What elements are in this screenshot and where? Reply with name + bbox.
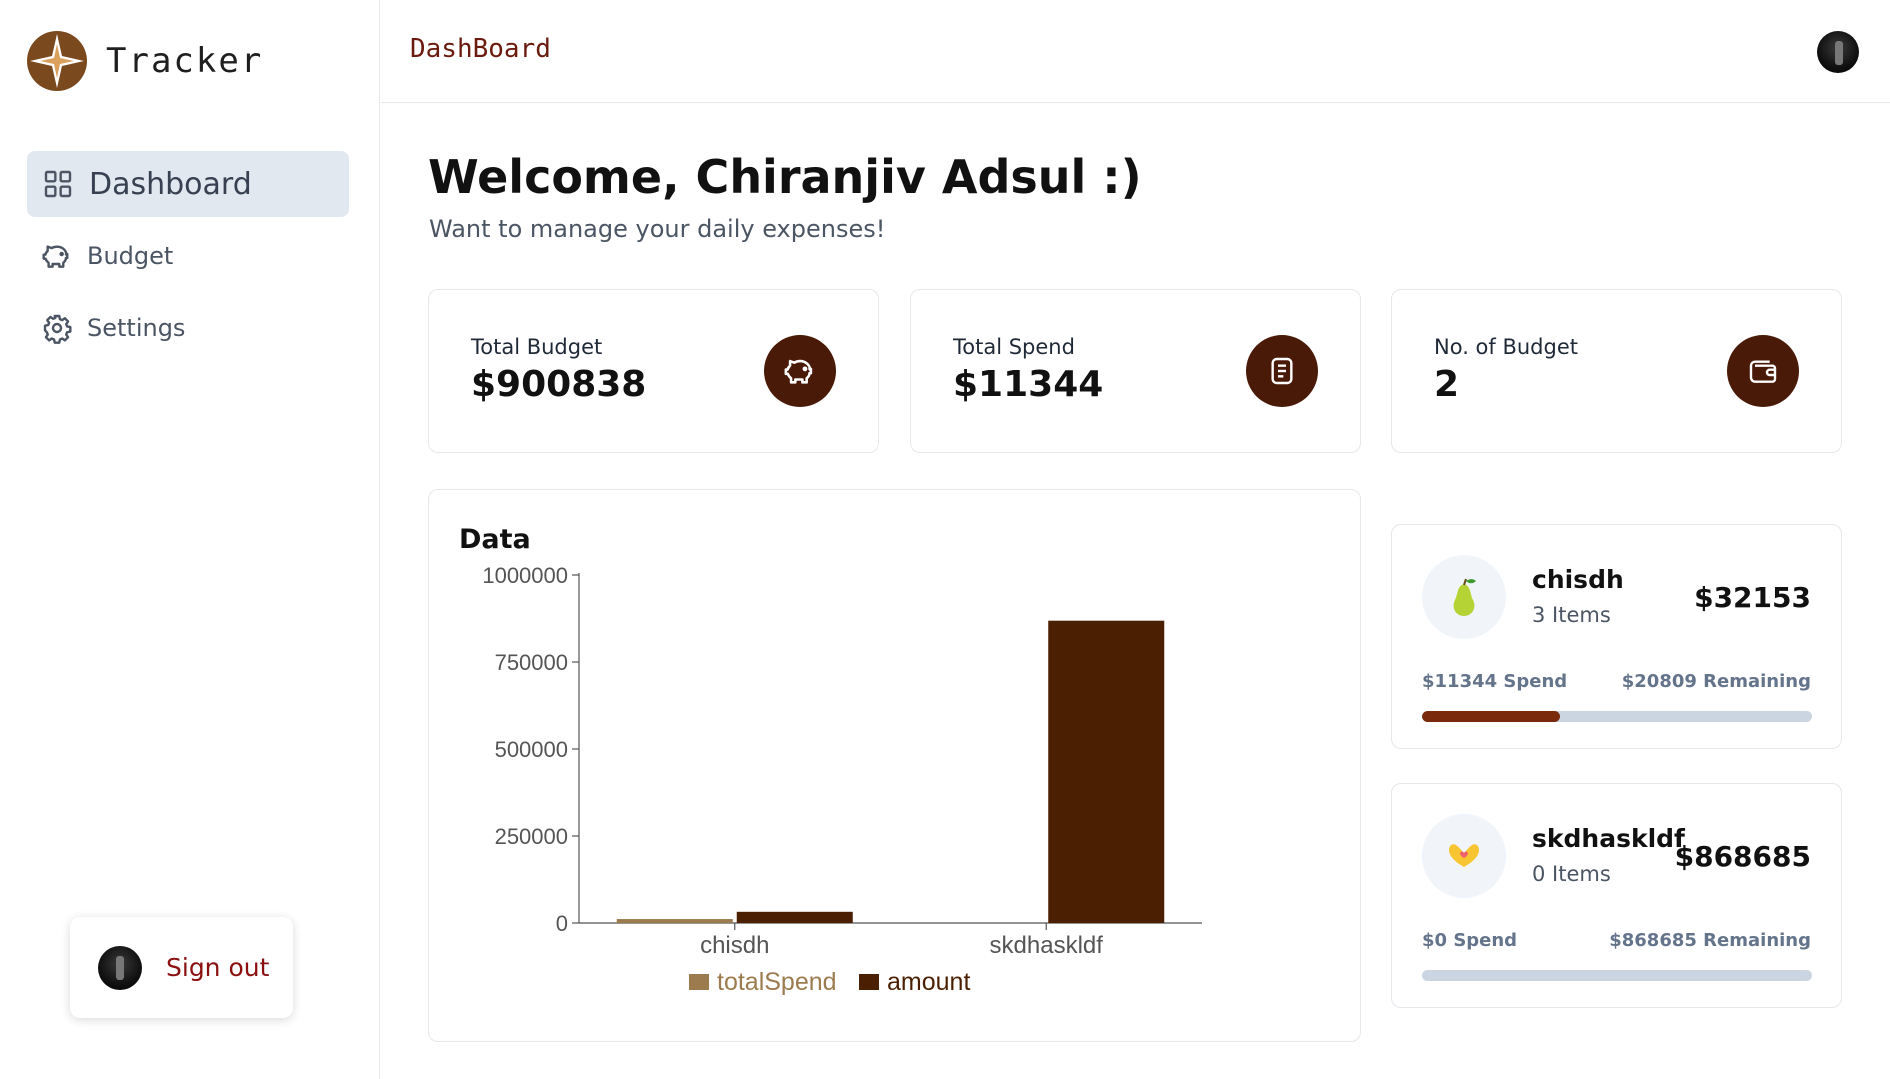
budget-item-count: 3 Items xyxy=(1532,603,1611,627)
user-avatar-button[interactable] xyxy=(1817,31,1859,73)
budget-name: skdhaskldf xyxy=(1532,824,1685,853)
budget-remaining: $20809 Remaining xyxy=(1621,671,1811,692)
welcome-subtitle: Want to manage your daily expenses! xyxy=(429,215,886,243)
logo[interactable]: Tracker xyxy=(26,30,263,92)
welcome-heading: Welcome, Chiranjiv Adsul :) xyxy=(428,150,1142,204)
legend-swatch xyxy=(689,974,709,990)
page-title: DashBoard xyxy=(410,34,551,64)
piggy-bank-icon xyxy=(41,240,73,272)
budget-amount: $868685 xyxy=(1674,840,1811,873)
gear-icon xyxy=(41,312,73,344)
budget-name: chisdh xyxy=(1532,565,1624,594)
sign-out-label: Sign out xyxy=(166,953,270,982)
legend-label: totalSpend xyxy=(717,968,837,996)
stat-card-total-spend: Total Spend $11344 xyxy=(910,289,1361,453)
x-tick-label: chisdh xyxy=(700,932,769,959)
budget-spend: $11344 Spend xyxy=(1422,671,1568,692)
compass-logo-icon xyxy=(27,31,87,91)
stat-value: 2 xyxy=(1434,364,1460,405)
stat-value: $11344 xyxy=(953,364,1104,405)
sidebar: Tracker Dashboard Budget Settings Sign o… xyxy=(0,0,380,1079)
sidebar-item-settings[interactable]: Settings xyxy=(27,295,349,361)
y-tick-label: 750000 xyxy=(495,650,568,675)
receipt-icon xyxy=(1246,335,1318,407)
x-tick-label: skdhaskldf xyxy=(990,932,1104,959)
sidebar-item-label: Settings xyxy=(87,314,186,342)
budget-progress-fill xyxy=(1422,711,1560,722)
bar-chart: 0 250000 500000 750000 1000000 chisdh skdhaskl… xyxy=(482,563,1202,996)
sign-out-button[interactable]: Sign out xyxy=(70,917,293,1018)
sidebar-nav: Dashboard Budget Settings xyxy=(27,151,349,367)
budget-progress-bar xyxy=(1422,711,1812,722)
bar-amount xyxy=(736,911,853,923)
budget-remaining: $868685 Remaining xyxy=(1609,930,1811,951)
y-tick-label: 250000 xyxy=(495,824,568,849)
piggy-bank-icon xyxy=(764,335,836,407)
pear-emoji-icon xyxy=(1422,555,1506,639)
y-tick-label: 500000 xyxy=(495,737,568,762)
bar-totalSpend xyxy=(616,919,733,923)
budget-amount: $32153 xyxy=(1694,581,1811,614)
stat-label: Total Budget xyxy=(471,335,603,359)
sidebar-item-dashboard[interactable]: Dashboard xyxy=(27,151,349,217)
budget-spend: $0 Spend xyxy=(1422,930,1518,951)
sidebar-item-label: Budget xyxy=(87,242,174,270)
dashboard-grid-icon xyxy=(41,167,75,201)
bar-amount xyxy=(1048,620,1165,923)
y-tick-label: 1000000 xyxy=(482,563,568,588)
app-name: Tracker xyxy=(106,41,264,81)
chart-card: Data 0 250000 500000 750000 1000000 chisdh skd… xyxy=(428,489,1361,1042)
stat-label: Total Spend xyxy=(953,335,1075,359)
stat-card-total-budget: Total Budget $900838 xyxy=(428,289,879,453)
stat-card-budget-count: No. of Budget 2 xyxy=(1391,289,1842,453)
y-tick-label: 0 xyxy=(556,911,568,936)
budget-item-count: 0 Items xyxy=(1532,862,1611,886)
heart-hands-emoji-icon xyxy=(1422,814,1506,898)
budget-card[interactable]: chisdh 3 Items $32153 $11344 Spend $2080… xyxy=(1391,524,1842,749)
wallet-icon xyxy=(1727,335,1799,407)
sidebar-item-budget[interactable]: Budget xyxy=(27,223,349,289)
legend-swatch xyxy=(859,974,879,990)
legend-label: amount xyxy=(887,968,970,996)
budget-card[interactable]: skdhaskldf 0 Items $868685 $0 Spend $868… xyxy=(1391,783,1842,1008)
stat-label: No. of Budget xyxy=(1434,335,1578,359)
budget-progress-bar xyxy=(1422,970,1812,981)
avatar xyxy=(98,945,142,990)
top-header: DashBoard xyxy=(381,0,1890,103)
stat-value: $900838 xyxy=(471,364,647,405)
sidebar-item-label: Dashboard xyxy=(89,166,252,202)
